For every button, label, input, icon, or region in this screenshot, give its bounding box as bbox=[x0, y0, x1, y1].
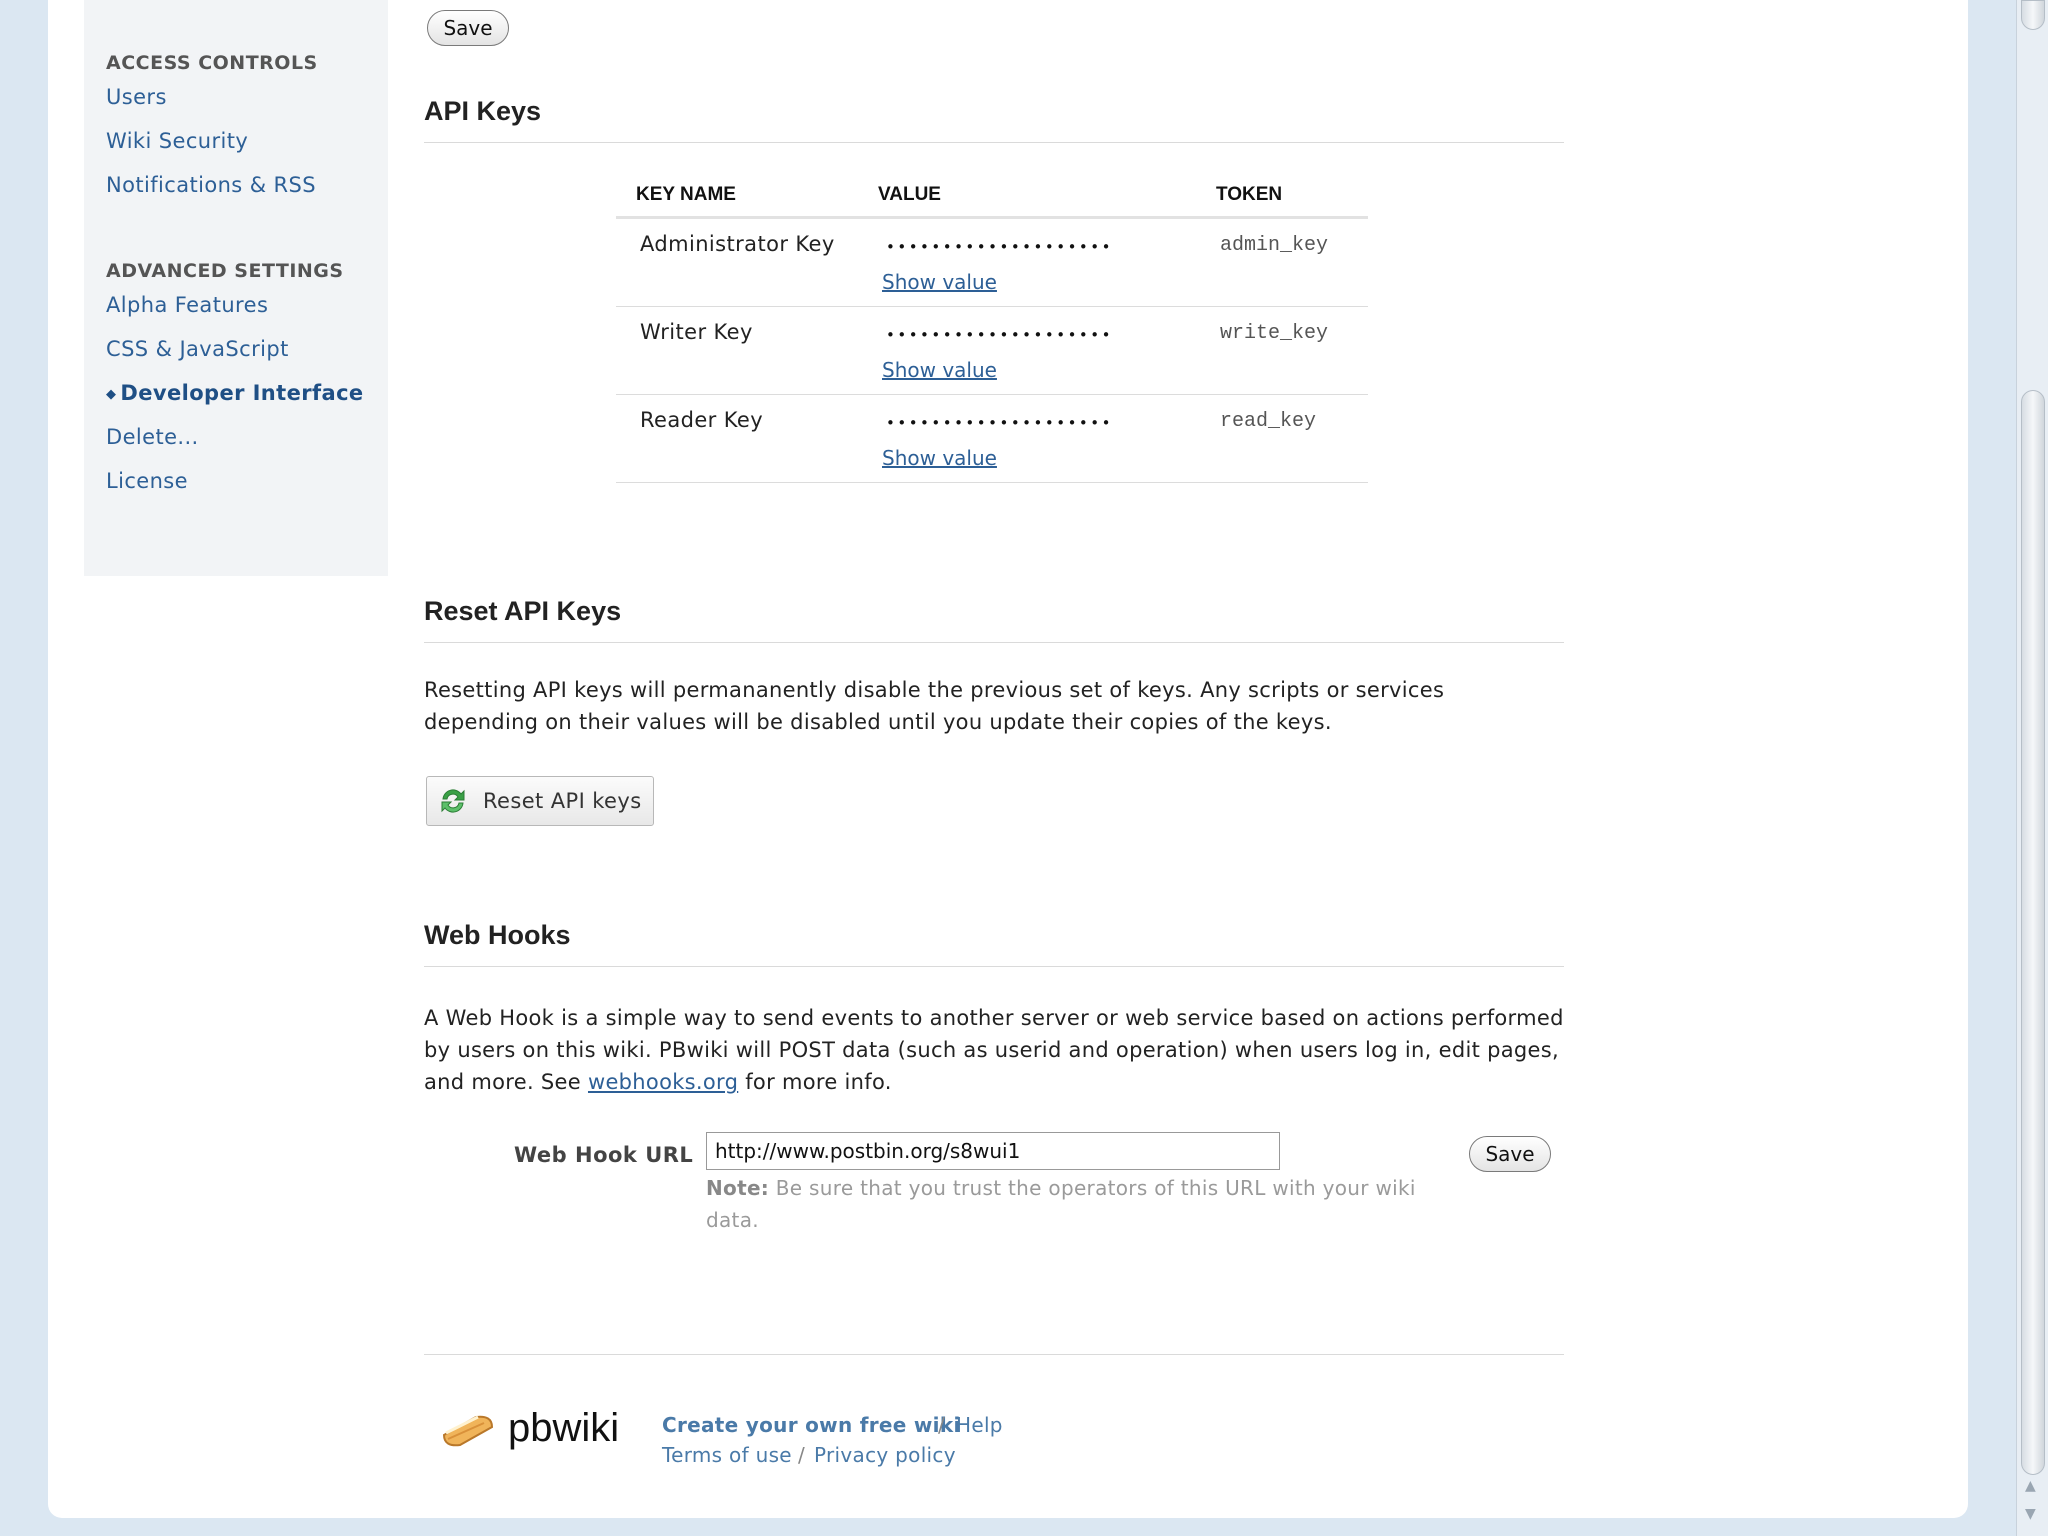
show-value-link-reader[interactable]: Show value bbox=[882, 446, 997, 470]
top-save-button[interactable]: Save bbox=[427, 10, 509, 46]
scrollbar-thumb[interactable] bbox=[2021, 390, 2045, 1475]
web-hook-url-label: Web Hook URL bbox=[514, 1143, 694, 1167]
sidebar-item-alpha-features[interactable]: Alpha Features bbox=[106, 293, 268, 317]
token-writer: write_key bbox=[1220, 322, 1329, 345]
key-value-writer: •••••••••••••••••••• bbox=[886, 326, 1113, 344]
reset-api-keys-label: Reset API keys bbox=[483, 789, 642, 813]
column-header-key-name: KEY NAME bbox=[636, 184, 736, 205]
reset-api-keys-button[interactable]: Reset API keys bbox=[426, 776, 654, 826]
web-hook-url-input[interactable] bbox=[706, 1132, 1280, 1170]
token-reader: read_key bbox=[1220, 410, 1317, 433]
sidebar-item-license[interactable]: License bbox=[106, 469, 188, 493]
key-name-reader: Reader Key bbox=[640, 408, 764, 432]
sidebar-item-users[interactable]: Users bbox=[106, 85, 167, 109]
scroll-down-arrow-icon[interactable]: ▼ bbox=[2025, 1506, 2036, 1522]
create-free-wiki-link[interactable]: Create your own free wiki bbox=[662, 1413, 961, 1437]
key-name-administrator: Administrator Key bbox=[640, 232, 835, 256]
terms-of-use-link[interactable]: Terms of use bbox=[662, 1443, 792, 1467]
scrollbar-track-cap bbox=[2021, 0, 2045, 30]
webhooks-org-link[interactable]: webhooks.org bbox=[588, 1070, 738, 1094]
active-arrow-icon: ◆ bbox=[106, 387, 117, 402]
reset-api-keys-title: Reset API Keys bbox=[424, 596, 622, 626]
show-value-link-administrator[interactable]: Show value bbox=[882, 270, 997, 294]
sidebar-heading-advanced-settings: ADVANCED SETTINGS bbox=[106, 260, 344, 282]
note-label: Note: bbox=[706, 1176, 770, 1200]
sidebar-item-delete[interactable]: Delete... bbox=[106, 425, 199, 449]
sidebar: ACCESS CONTROLS Users Wiki Security Noti… bbox=[84, 0, 388, 576]
sidebar-item-developer-interface[interactable]: ◆ Developer Interface bbox=[106, 381, 364, 405]
sidebar-item-label: Developer Interface bbox=[120, 381, 364, 405]
footer-divider bbox=[424, 1354, 1564, 1355]
sandwich-icon bbox=[442, 1415, 494, 1446]
sidebar-heading-access-controls: ACCESS CONTROLS bbox=[106, 52, 318, 74]
footer-separator: / bbox=[798, 1443, 805, 1467]
key-value-administrator: •••••••••••••••••••• bbox=[886, 238, 1113, 256]
token-administrator: admin_key bbox=[1220, 234, 1329, 257]
vertical-scrollbar[interactable]: ▲ ▼ bbox=[2016, 0, 2048, 1536]
web-hooks-title: Web Hooks bbox=[424, 920, 571, 950]
key-name-writer: Writer Key bbox=[640, 320, 753, 344]
scroll-up-arrow-icon[interactable]: ▲ bbox=[2025, 1478, 2036, 1494]
key-value-reader: •••••••••••••••••••• bbox=[886, 414, 1113, 432]
web-hooks-description: A Web Hook is a simple way to send event… bbox=[424, 1002, 1564, 1098]
column-header-token: TOKEN bbox=[1216, 184, 1283, 205]
show-value-link-writer[interactable]: Show value bbox=[882, 358, 997, 382]
privacy-policy-link[interactable]: Privacy policy bbox=[814, 1443, 956, 1467]
reset-divider bbox=[424, 642, 1564, 643]
sidebar-item-notifications-rss[interactable]: Notifications & RSS bbox=[106, 173, 316, 197]
sidebar-item-css-javascript[interactable]: CSS & JavaScript bbox=[106, 337, 289, 361]
sidebar-item-wiki-security[interactable]: Wiki Security bbox=[106, 129, 248, 153]
table-row-divider bbox=[616, 394, 1368, 395]
column-header-value: VALUE bbox=[878, 184, 941, 205]
web-hook-save-button[interactable]: Save bbox=[1469, 1136, 1551, 1172]
footer-separator: / bbox=[938, 1413, 945, 1437]
web-hooks-description-suffix: for more info. bbox=[738, 1070, 892, 1094]
api-keys-divider bbox=[424, 142, 1564, 143]
web-hook-note: Note: Be sure that you trust the operato… bbox=[706, 1172, 1466, 1236]
refresh-arrows-icon bbox=[441, 789, 465, 813]
reset-description: Resetting API keys will permananently di… bbox=[424, 678, 1445, 734]
pbwiki-logo-text: pbwiki bbox=[508, 1406, 620, 1450]
note-text: Be sure that you trust the operators of … bbox=[706, 1176, 1416, 1232]
table-row-divider bbox=[616, 482, 1368, 483]
web-hooks-divider bbox=[424, 966, 1564, 967]
pbwiki-logo[interactable]: pbwiki bbox=[440, 1406, 619, 1451]
table-header-divider bbox=[616, 216, 1368, 219]
help-link[interactable]: Help bbox=[956, 1413, 1003, 1437]
table-row-divider bbox=[616, 306, 1368, 307]
api-keys-title: API Keys bbox=[424, 96, 542, 126]
